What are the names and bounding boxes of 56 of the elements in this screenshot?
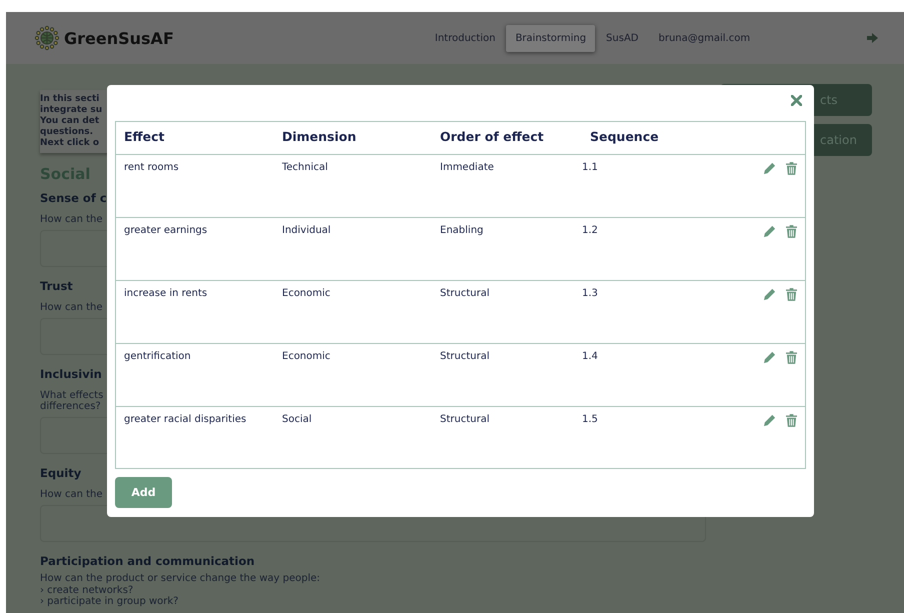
table-cell-text: Technical bbox=[282, 162, 329, 173]
question-text: How can the bbox=[40, 214, 103, 225]
table-cell-text: 1.5 bbox=[582, 414, 599, 425]
question-text: How can the bbox=[40, 302, 103, 313]
table-cell-text: Economic bbox=[282, 351, 332, 362]
pencil-icon[interactable] bbox=[763, 162, 776, 175]
table-cell-text: greater racial disparities bbox=[124, 414, 248, 425]
trash-icon[interactable] bbox=[786, 351, 797, 364]
table-cell-text: gentrification bbox=[124, 351, 192, 362]
app-logo-text[interactable]: GreenSusAF bbox=[64, 28, 174, 48]
question-title: Inclusivin bbox=[40, 367, 102, 381]
table-cell-text: greater earnings bbox=[124, 225, 208, 236]
pencil-icon[interactable] bbox=[763, 288, 776, 301]
table-cell-text: Economic bbox=[282, 288, 332, 299]
question-text: differences? bbox=[40, 401, 101, 412]
question-title: Participation and communication bbox=[40, 554, 255, 568]
table-cell-text: 1.4 bbox=[582, 351, 599, 362]
table-cell-text: rent rooms bbox=[124, 162, 180, 173]
question-text: How can the product or service change the way people: bbox=[40, 573, 320, 584]
table-cell-text: Social bbox=[282, 414, 313, 425]
table-cell-text: 1.2 bbox=[582, 225, 599, 236]
logout-icon[interactable] bbox=[867, 33, 879, 43]
intro-text: questions. bbox=[40, 127, 94, 138]
table-cell-text: 1.1 bbox=[582, 162, 599, 173]
pencil-icon[interactable] bbox=[763, 351, 776, 364]
nav-link[interactable]: Brainstorming bbox=[506, 24, 596, 52]
question-title: Sense of c bbox=[40, 191, 107, 205]
question-title: Equity bbox=[40, 466, 82, 480]
pencil-icon[interactable] bbox=[763, 414, 776, 427]
question-text: › participate in group work? bbox=[40, 596, 178, 608]
column-header: Effect bbox=[124, 129, 166, 144]
trash-icon[interactable] bbox=[786, 225, 797, 238]
table-cell-text: 1.3 bbox=[582, 288, 599, 299]
intro-text: Next click o bbox=[40, 138, 100, 149]
trash-icon[interactable] bbox=[786, 288, 797, 301]
question-text: How can the bbox=[40, 489, 103, 500]
nav-link[interactable]: Introduction bbox=[426, 24, 504, 52]
pencil-icon[interactable] bbox=[763, 225, 776, 238]
close-icon[interactable] bbox=[791, 95, 802, 106]
trash-icon[interactable] bbox=[786, 162, 797, 175]
column-header: Order of effect bbox=[440, 129, 545, 144]
question-text: What effects bbox=[40, 390, 104, 401]
intro-text: integrate su bbox=[40, 105, 102, 116]
table-cell-text: increase in rents bbox=[124, 288, 208, 299]
nav-link[interactable]: bruna@gmail.com bbox=[649, 24, 760, 52]
column-header: Dimension bbox=[282, 129, 358, 144]
nav-link[interactable]: SusAD bbox=[597, 24, 648, 52]
trash-icon[interactable] bbox=[786, 414, 797, 427]
globe-logo-icon bbox=[34, 25, 60, 51]
question-text: › create networks? bbox=[40, 584, 134, 596]
add-button[interactable]: Add bbox=[115, 477, 172, 508]
intro-text: In this secti bbox=[40, 94, 100, 105]
table-cell-text: Individual bbox=[282, 225, 332, 236]
intro-text: You can det bbox=[40, 116, 100, 127]
column-header: Sequence bbox=[590, 129, 660, 144]
question-title: Trust bbox=[40, 279, 73, 293]
